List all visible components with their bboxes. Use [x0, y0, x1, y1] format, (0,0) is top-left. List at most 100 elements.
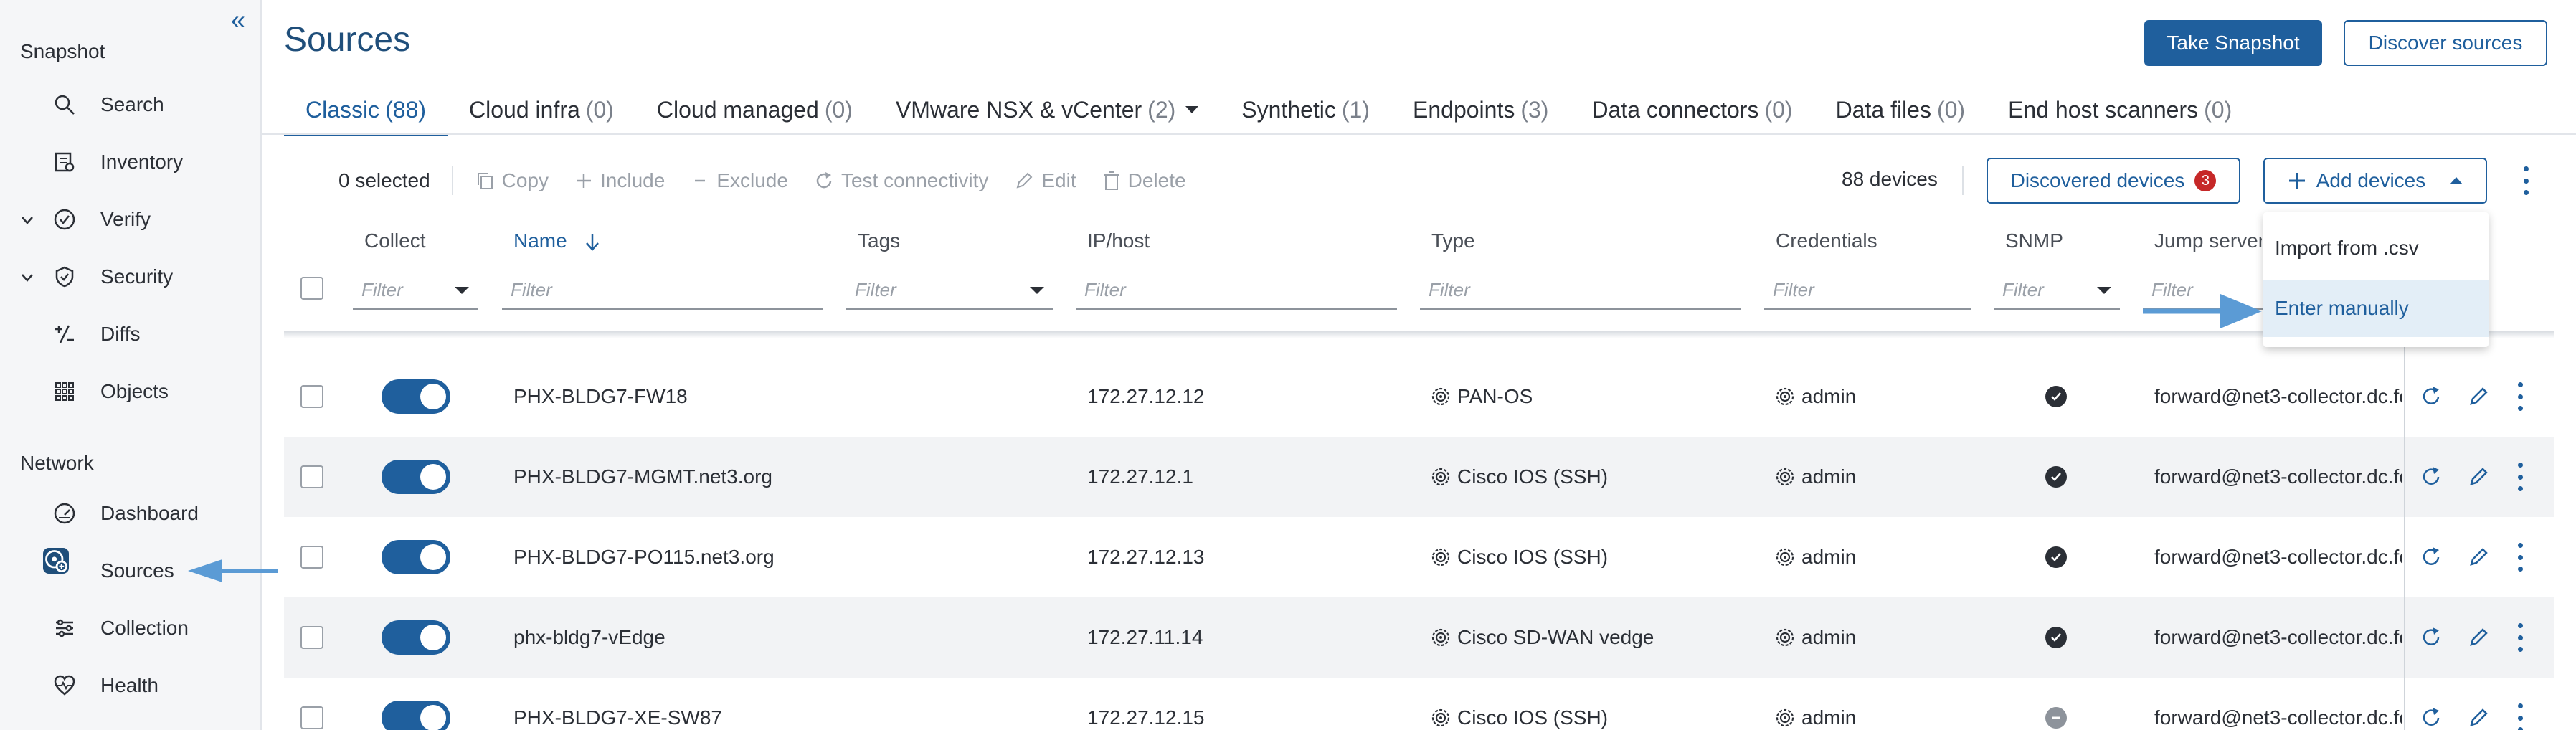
device-type-label: Cisco IOS (SSH) — [1457, 546, 1609, 568]
row-more-options-icon[interactable] — [2513, 543, 2527, 572]
add-devices-button[interactable]: Add devices — [2263, 158, 2487, 204]
delete-button[interactable]: Delete — [1102, 169, 1186, 192]
collect-toggle[interactable] — [382, 460, 450, 494]
test-connection-icon[interactable] — [2418, 705, 2444, 730]
tab-classic[interactable]: Classic (88) — [284, 85, 448, 136]
credentials-filter-input[interactable]: Filter — [1764, 271, 1971, 310]
exclude-label: Exclude — [716, 169, 788, 191]
tab-synthetic[interactable]: Synthetic (1) — [1220, 85, 1391, 135]
edit-row-icon[interactable] — [2466, 705, 2491, 730]
row-checkbox[interactable] — [300, 546, 323, 569]
device-type-icon — [1430, 707, 1452, 729]
tab-count: (0) — [1936, 96, 1966, 123]
discover-sources-button[interactable]: Discover sources — [2344, 20, 2547, 66]
select-all-checkbox[interactable] — [300, 277, 323, 300]
row-checkbox[interactable] — [300, 465, 323, 488]
column-header-type[interactable]: Type — [1431, 229, 1475, 252]
sidebar-item-verify[interactable]: Verify — [0, 195, 262, 244]
sidebar: « Snapshot Search Inventory Verify Secur… — [0, 0, 262, 730]
test-connectivity-label: Test connectivity — [840, 169, 989, 191]
tab-vmware[interactable]: VMware NSX & vCenter (2) — [874, 85, 1220, 135]
menu-item-enter-manually[interactable]: Enter manually — [2263, 280, 2489, 337]
edit-row-icon[interactable] — [2466, 464, 2491, 490]
name-filter-input[interactable]: Filter — [502, 271, 823, 310]
delete-label: Delete — [1127, 169, 1186, 191]
collect-toggle[interactable] — [382, 540, 450, 574]
device-name: PHX-BLDG7-XE-SW87 — [513, 706, 722, 729]
edit-button[interactable]: Edit — [1014, 169, 1076, 192]
filter-placeholder: Filter — [1773, 278, 1814, 300]
jump-server: forward@net3-collector.dc.fo — [2154, 706, 2402, 729]
test-connection-icon[interactable] — [2418, 464, 2444, 490]
include-button[interactable]: Include — [574, 169, 665, 192]
table-row[interactable]: PHX-BLDG7-XE-SW87 172.27.12.15 Cisco IOS (… — [284, 678, 2554, 730]
row-more-options-icon[interactable] — [2513, 703, 2527, 730]
table-row[interactable]: PHX-BLDG7-MGMT.net3.org 172.27.12.1 Cisco … — [284, 437, 2554, 517]
snmp-filter-select[interactable]: Filter — [1994, 271, 2120, 310]
row-more-options-icon[interactable] — [2513, 623, 2527, 652]
app-root: « Snapshot Search Inventory Verify Secur… — [0, 0, 2576, 730]
chevron-down-icon[interactable] — [19, 268, 36, 285]
discovered-devices-button[interactable]: Discovered devices 3 — [1987, 158, 2240, 204]
sidebar-item-label: Search — [100, 93, 164, 115]
tab-data-files[interactable]: Data files (0) — [1814, 85, 1987, 135]
copy-icon — [477, 173, 493, 189]
column-header-name[interactable]: Name — [513, 229, 601, 252]
row-checkbox[interactable] — [300, 706, 323, 729]
collect-filter-select[interactable]: Filter — [353, 271, 478, 310]
collect-toggle[interactable] — [382, 701, 450, 730]
table-row[interactable]: phx-bldg7-vEdge 172.27.11.14 Cisco SD-WAN … — [284, 597, 2554, 678]
column-header-jump-server[interactable]: Jump server — [2154, 229, 2262, 252]
sidebar-item-security[interactable]: Security — [0, 252, 262, 301]
ip-filter-input[interactable]: Filter — [1076, 271, 1397, 310]
exclude-button[interactable]: Exclude — [691, 169, 788, 192]
collapse-sidebar-icon[interactable]: « — [224, 6, 252, 34]
snmp-ok-icon — [2045, 627, 2067, 648]
filter-placeholder: Filter — [361, 278, 403, 300]
row-checkbox[interactable] — [300, 385, 323, 408]
column-header-tags[interactable]: Tags — [858, 229, 900, 252]
caret-down-icon[interactable] — [1185, 106, 1199, 113]
sidebar-item-label: Collection — [100, 617, 189, 639]
tab-end-host-scanners[interactable]: End host scanners (0) — [1987, 85, 2253, 135]
test-connection-icon[interactable] — [2418, 625, 2444, 650]
collect-toggle[interactable] — [382, 620, 450, 655]
minus-icon — [695, 179, 706, 182]
credential-label: admin — [1801, 385, 1857, 407]
diffs-icon — [52, 321, 77, 347]
table-row[interactable]: PHX-BLDG7-FW18 172.27.12.12 PAN-OS admin for… — [284, 356, 2554, 437]
sidebar-item-label: Health — [100, 674, 158, 696]
table-row[interactable]: PHX-BLDG7-PO115.net3.org 172.27.12.13 Cisc… — [284, 517, 2554, 597]
edit-row-icon[interactable] — [2466, 625, 2491, 650]
tab-cloud-managed[interactable]: Cloud managed (0) — [635, 85, 874, 135]
device-type-icon — [1430, 546, 1452, 568]
column-header-collect[interactable]: Collect — [364, 229, 426, 252]
column-header-snmp[interactable]: SNMP — [2005, 229, 2063, 252]
device-type-label: PAN-OS — [1457, 385, 1533, 407]
chevron-down-icon[interactable] — [19, 211, 36, 228]
row-more-options-icon[interactable] — [2513, 463, 2527, 491]
sidebar-section-snapshot: Snapshot — [20, 40, 105, 62]
tab-endpoints[interactable]: Endpoints (3) — [1391, 85, 1570, 135]
column-header-credentials[interactable]: Credentials — [1776, 229, 1877, 252]
type-filter-input[interactable]: Filter — [1420, 271, 1741, 310]
row-checkbox[interactable] — [300, 626, 323, 649]
device-ip: 172.27.11.14 — [1087, 626, 1203, 648]
collect-toggle[interactable] — [382, 379, 450, 414]
column-header-ip[interactable]: IP/host — [1087, 229, 1150, 252]
test-connectivity-button[interactable]: Test connectivity — [814, 169, 988, 192]
take-snapshot-button[interactable]: Take Snapshot — [2144, 20, 2322, 66]
tab-count: (3) — [1520, 96, 1549, 123]
copy-button[interactable]: Copy — [475, 169, 549, 192]
row-more-options-icon[interactable] — [2513, 382, 2527, 411]
menu-item-import-csv[interactable]: Import from .csv — [2263, 219, 2489, 277]
edit-row-icon[interactable] — [2466, 384, 2491, 409]
tab-data-connectors[interactable]: Data connectors (0) — [1570, 85, 1814, 135]
tab-cloud-infra[interactable]: Cloud infra (0) — [448, 85, 635, 135]
device-credentials: admin — [1774, 678, 1989, 730]
edit-row-icon[interactable] — [2466, 544, 2491, 570]
tags-filter-select[interactable]: Filter — [846, 271, 1053, 310]
test-connection-icon[interactable] — [2418, 544, 2444, 570]
more-options-icon[interactable] — [2519, 166, 2533, 195]
test-connection-icon[interactable] — [2418, 384, 2444, 409]
